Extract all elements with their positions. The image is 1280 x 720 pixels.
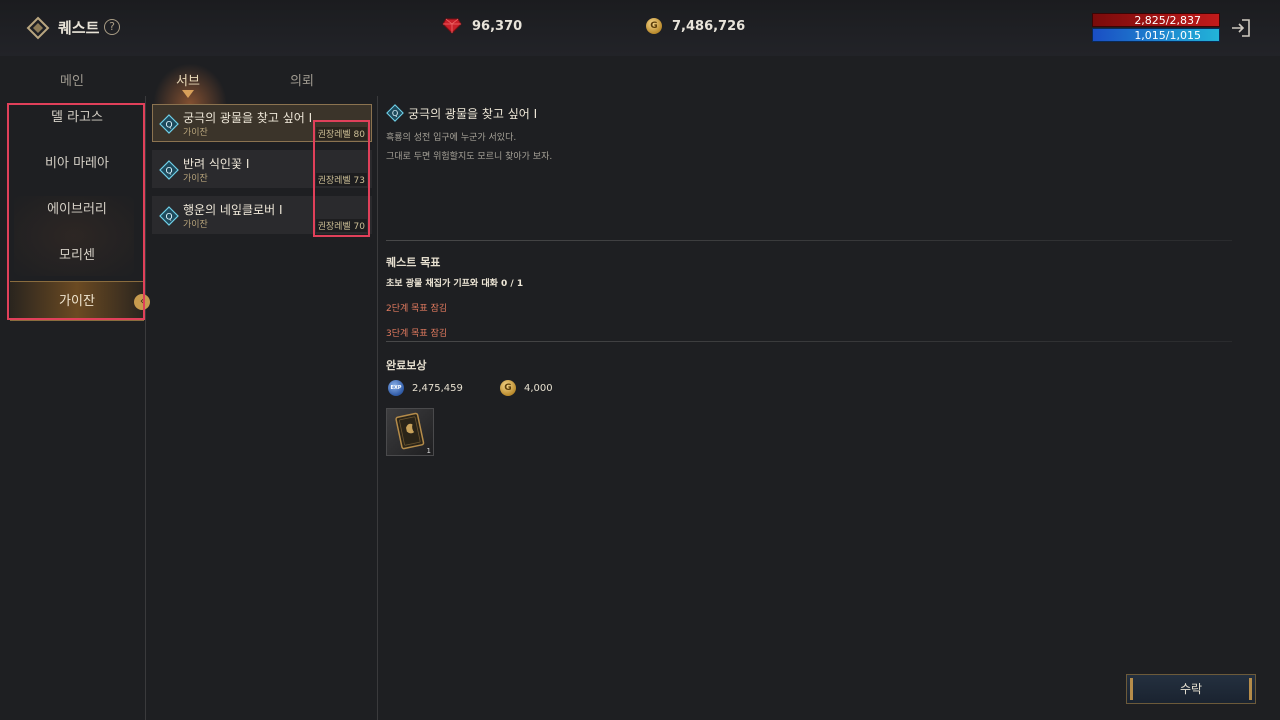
reward-header: 완료보상 — [386, 359, 427, 372]
quest-name: 궁극의 광물을 찾고 싶어 Ⅰ — [183, 111, 313, 125]
accept-button[interactable]: 수락 — [1126, 674, 1256, 704]
gold-currency: G 7,486,726 — [646, 14, 774, 38]
objective-main: 초보 광물 채집가 기프와 대화 0 / 1 — [386, 279, 524, 289]
objective-header: 퀘스트 목표 — [386, 256, 441, 269]
hp-mp-bars: 2,825/2,837 1,015/1,015 — [1092, 13, 1220, 42]
svg-text:Q: Q — [165, 167, 172, 177]
quest-region: 가이잔 — [183, 128, 208, 138]
svg-text:Q: Q — [392, 108, 398, 118]
help-icon[interactable]: ? — [104, 19, 120, 35]
gold-amount: 7,486,726 — [672, 18, 746, 34]
tab-main[interactable]: 메인 — [60, 70, 84, 89]
quest-description: 그대로 두면 위험할지도 모르니 찾아가 보자. — [386, 152, 553, 162]
top-bar: 퀘스트 ? 96,370 G 7,486,726 2,825/2,837 1,0… — [0, 0, 1280, 56]
back-icon[interactable] — [26, 16, 50, 40]
quest-detail: Q 궁극의 광물을 찾고 싶어 Ⅰ 흑룡의 성전 입구에 누군가 서있다. 그대… — [378, 96, 1280, 720]
quest-region: 가이잔 — [183, 220, 208, 230]
objective-locked: 3단계 목표 잠김 — [386, 329, 448, 339]
quest-name: 행운의 네잎클로버 Ⅰ — [183, 203, 283, 217]
gem-amount: 96,370 — [472, 18, 523, 34]
quest-region: 가이잔 — [183, 174, 208, 184]
quest-diamond-icon: Q — [159, 206, 179, 226]
section-divider — [386, 341, 1232, 342]
mp-bar: 1,015/1,015 — [1092, 28, 1220, 42]
reward-exp: EXP 2,475,459 — [388, 380, 463, 396]
gem-currency: 96,370 — [442, 14, 570, 38]
highlight-box — [7, 103, 145, 320]
reward-item-slot[interactable]: 1 — [386, 408, 434, 456]
quest-detail-title: 궁극의 광물을 찾고 싶어 Ⅰ — [408, 107, 538, 121]
reward-exp-amount: 2,475,459 — [412, 382, 463, 394]
quest-diamond-icon: Q — [386, 104, 404, 122]
tab-sub[interactable]: 서브 — [176, 70, 200, 89]
objective-locked: 2단계 목표 잠김 — [386, 304, 448, 314]
quest-name: 반려 식인꽃 Ⅰ — [183, 157, 250, 171]
quest-tabs: 메인 서브 의뢰 — [0, 60, 380, 104]
quest-diamond-icon: Q — [159, 160, 179, 180]
exit-icon[interactable] — [1230, 17, 1252, 39]
hp-bar: 2,825/2,837 — [1092, 13, 1220, 27]
tab-request[interactable]: 의뢰 — [290, 70, 314, 89]
quest-diamond-icon: Q — [159, 114, 179, 134]
svg-text:Q: Q — [165, 121, 172, 131]
page-title: 퀘스트 — [58, 19, 100, 37]
svg-text:Q: Q — [165, 213, 172, 223]
reward-gold-amount: 4,000 — [524, 382, 553, 394]
exp-icon: EXP — [388, 380, 404, 396]
section-divider — [386, 240, 1232, 241]
gold-coin-icon: G — [500, 380, 516, 396]
quest-description: 흑룡의 성전 입구에 누군가 서있다. — [386, 133, 517, 143]
item-count: 1 — [426, 447, 431, 455]
ruby-gem-icon — [442, 18, 462, 34]
reward-gold: G 4,000 — [500, 380, 553, 396]
highlight-box — [313, 120, 370, 237]
gold-coin-icon: G — [646, 18, 662, 34]
